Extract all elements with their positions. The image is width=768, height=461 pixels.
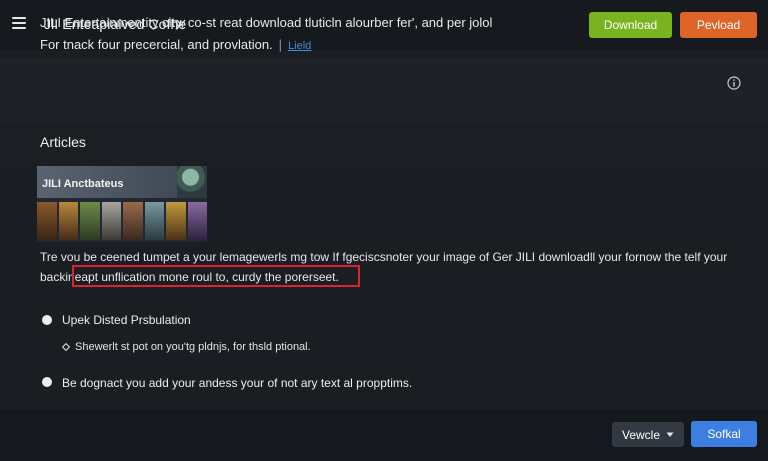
- sub-option-label: Shewerlt st pot on you'tg pldnjs, for th…: [75, 341, 311, 353]
- banner-character: [144, 202, 164, 240]
- banner-title: JILI Anctbateus: [42, 178, 124, 190]
- banner-character: [80, 202, 100, 240]
- banner-character: [187, 202, 207, 240]
- vewcle-dropdown-button[interactable]: Vewcle: [612, 422, 684, 447]
- intro-text-line1: JILI Entertainmentity city, co-st reat d…: [40, 15, 493, 30]
- option-label[interactable]: Upek Disted Prsbulation: [62, 313, 191, 327]
- option-bullet[interactable]: [42, 377, 52, 387]
- article-banner-image[interactable]: JILI Anctbateus: [37, 166, 207, 242]
- banner-hero-figure: [177, 166, 207, 198]
- banner-character: [123, 202, 143, 240]
- banner-character-row: [37, 202, 207, 240]
- banner-character: [101, 202, 121, 240]
- chevron-down-icon: [666, 432, 674, 437]
- sofkal-button[interactable]: Sofkal: [691, 421, 757, 447]
- banner-character: [166, 202, 186, 240]
- banner-character: [58, 202, 78, 240]
- intro-link[interactable]: Lield: [288, 40, 311, 52]
- article-paragraph-line1: Tre vou be ceened tumpet a your lemagewe…: [40, 250, 728, 264]
- diamond-bullet-icon: [62, 343, 70, 351]
- download-button[interactable]: Download: [589, 12, 672, 38]
- option-label[interactable]: Be dognact you add your andess your of n…: [62, 376, 412, 390]
- intro-text-line2: For tnack four precercial, and provlatio…: [40, 37, 311, 52]
- vewcle-label: Vewcle: [621, 427, 661, 442]
- info-icon[interactable]: [727, 76, 741, 90]
- banner-character: [37, 202, 57, 240]
- separator: |: [278, 37, 283, 52]
- intro-panel: [0, 58, 768, 122]
- option-bullet[interactable]: [42, 315, 52, 325]
- hamburger-menu-icon[interactable]: [12, 17, 26, 29]
- pevload-button[interactable]: Pevload: [680, 12, 757, 38]
- articles-heading: Articles: [40, 134, 86, 150]
- highlight-annotation-box: [72, 265, 360, 287]
- intro-text-line2-body: For tnack four precercial, and provlatio…: [40, 37, 273, 52]
- articles-header-band: [0, 122, 768, 166]
